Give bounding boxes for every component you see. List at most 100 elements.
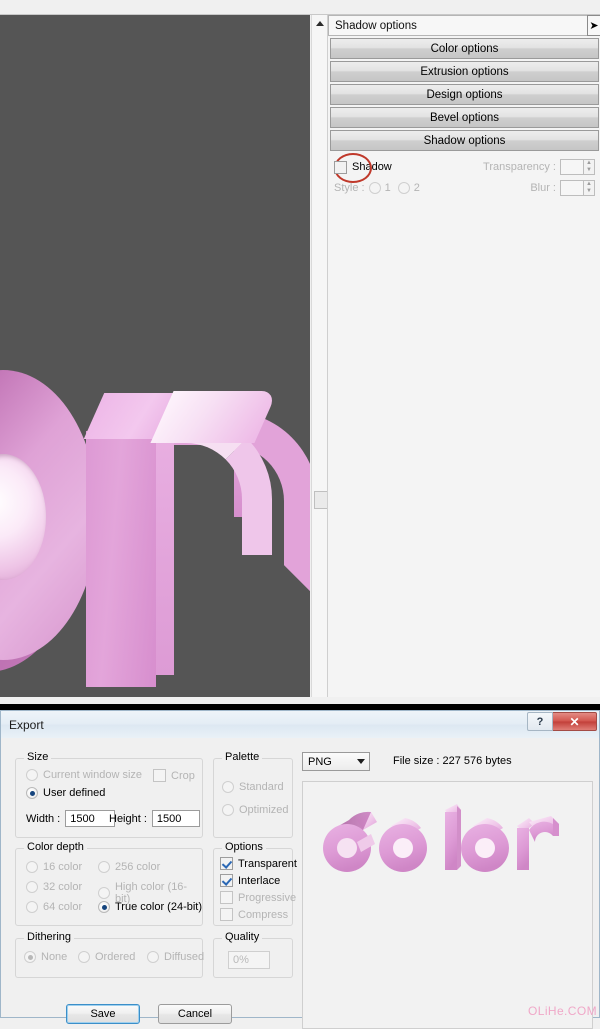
dither-diffused-label: Diffused	[164, 951, 204, 963]
color-depth-caption: Color depth	[24, 841, 87, 853]
compress-label: Compress	[238, 909, 288, 921]
options-panel-titlebar: Shadow options ➤	[328, 15, 600, 36]
palette-group: Palette Standard Optimized	[213, 758, 293, 838]
dither-diffused-radio[interactable]	[147, 951, 159, 963]
blur-field[interactable]	[560, 180, 584, 196]
export-dialog-body: Size Current window size Crop User defin…	[1, 738, 600, 1019]
preview-artwork-color-text	[321, 804, 573, 884]
width-input[interactable]: 1500	[65, 810, 115, 827]
width-label: Width :	[26, 813, 60, 825]
scroll-up-arrow-icon[interactable]	[312, 15, 327, 31]
application-window: Shadow options ➤ Color options Extrusion…	[0, 0, 600, 704]
format-select-value: PNG	[303, 756, 353, 768]
interlace-checkbox[interactable]	[220, 874, 233, 887]
size-group: Size Current window size Crop User defin…	[15, 758, 203, 838]
size-user-defined-radio[interactable]	[26, 787, 38, 799]
button-design-options[interactable]: Design options	[330, 84, 599, 105]
blur-spinner[interactable]: ▲▼	[560, 180, 595, 196]
size-user-defined-label: User defined	[43, 787, 105, 799]
transparency-field[interactable]	[560, 159, 584, 175]
crop-label: Crop	[171, 770, 195, 782]
transparency-spinner[interactable]: ▲▼	[560, 159, 595, 175]
shadow-checkbox[interactable]	[334, 161, 347, 174]
interlace-label: Interlace	[238, 875, 280, 887]
shadow-style-2-radio[interactable]	[398, 182, 410, 194]
close-icon[interactable]: ✕	[553, 712, 597, 731]
watermark: OLiHe.COM	[528, 1004, 597, 1018]
dialog-action-bar: Save Cancel	[1, 1004, 297, 1024]
color-64-radio[interactable]	[26, 901, 38, 913]
save-button[interactable]: Save	[66, 1004, 140, 1024]
dither-none-radio[interactable]	[24, 951, 36, 963]
cancel-button[interactable]: Cancel	[158, 1004, 232, 1024]
chevron-down-icon[interactable]	[353, 759, 369, 764]
color-depth-group: Color depth 16 color 256 color 32 color …	[15, 848, 203, 926]
progressive-checkbox[interactable]	[220, 891, 233, 904]
options-panel: Shadow options ➤ Color options Extrusion…	[327, 15, 600, 697]
transparency-label: Transparency :	[483, 161, 556, 173]
format-select[interactable]: PNG	[302, 752, 370, 771]
transparent-checkbox[interactable]	[220, 857, 233, 870]
color-64-label: 64 color	[43, 901, 82, 913]
height-input[interactable]: 1500	[152, 810, 200, 827]
dithering-caption: Dithering	[24, 931, 74, 943]
viewport-vertical-scrollbar[interactable]	[311, 15, 328, 697]
viewport-letter-r	[86, 393, 286, 687]
shadow-controls: Shadow Transparency : ▲▼ Style : 1 2	[328, 157, 600, 199]
export-preview	[302, 781, 593, 1029]
dither-ordered-radio[interactable]	[78, 951, 90, 963]
shadow-style-label: Style :	[334, 182, 365, 194]
compress-checkbox[interactable]	[220, 908, 233, 921]
export-dialog-titlebar: Export ? ✕	[1, 711, 599, 738]
help-icon[interactable]: ?	[527, 712, 553, 731]
dithering-group: Dithering None Ordered Diffused	[15, 938, 203, 978]
palette-standard-label: Standard	[239, 781, 284, 793]
color-16-label: 16 color	[43, 861, 82, 873]
blur-stepper-icon[interactable]: ▲▼	[584, 180, 595, 196]
palette-standard-radio[interactable]	[222, 781, 234, 793]
color-32-label: 32 color	[43, 881, 82, 893]
transparency-stepper-icon[interactable]: ▲▼	[584, 159, 595, 175]
export-dialog: Export ? ✕ Size Current window size Crop	[0, 710, 600, 1018]
dither-none-label: None	[41, 951, 67, 963]
export-dialog-title: Export	[1, 718, 44, 732]
quality-input[interactable]: 0%	[228, 951, 270, 969]
crop-checkbox[interactable]	[153, 769, 166, 782]
button-bevel-options[interactable]: Bevel options	[330, 107, 599, 128]
quality-caption: Quality	[222, 931, 262, 943]
blur-label: Blur :	[530, 182, 556, 194]
shadow-style-2-label: 2	[414, 182, 420, 194]
shadow-style-1-radio[interactable]	[369, 182, 381, 194]
true-color-radio[interactable]	[98, 901, 110, 913]
height-label: Height :	[109, 813, 147, 825]
transparent-label: Transparent	[238, 858, 297, 870]
screen-root: Shadow options ➤ Color options Extrusion…	[0, 0, 600, 1018]
3d-viewport[interactable]	[0, 15, 310, 697]
true-color-label: True color (24-bit)	[115, 901, 202, 913]
dither-ordered-label: Ordered	[95, 951, 135, 963]
color-256-radio[interactable]	[98, 861, 110, 873]
size-current-window-label: Current window size	[43, 769, 142, 781]
color-32-radio[interactable]	[26, 881, 38, 893]
color-16-radio[interactable]	[26, 861, 38, 873]
quality-group: Quality 0%	[213, 938, 293, 978]
file-size-label: File size : 227 576 bytes	[393, 755, 512, 767]
high-color-radio[interactable]	[98, 887, 110, 899]
collapse-right-icon[interactable]: ➤	[587, 15, 600, 36]
button-extrusion-options[interactable]: Extrusion options	[330, 61, 599, 82]
shadow-style-1-label: 1	[385, 182, 391, 194]
progressive-label: Progressive	[238, 892, 296, 904]
palette-optimized-label: Optimized	[239, 804, 289, 816]
panel-splitter-handle[interactable]	[314, 491, 328, 509]
button-shadow-options[interactable]: Shadow options	[330, 130, 599, 151]
color-256-label: 256 color	[115, 861, 160, 873]
options-caption: Options	[222, 841, 266, 853]
options-panel-title: Shadow options	[329, 20, 417, 32]
viewport-letter-o	[0, 370, 98, 670]
shadow-checkbox-label: Shadow	[352, 161, 392, 173]
size-current-window-radio[interactable]	[26, 769, 38, 781]
window-top-strip	[0, 0, 600, 15]
palette-optimized-radio[interactable]	[222, 804, 234, 816]
button-color-options[interactable]: Color options	[330, 38, 599, 59]
options-group: Options Transparent Interlace Progressiv…	[213, 848, 293, 926]
